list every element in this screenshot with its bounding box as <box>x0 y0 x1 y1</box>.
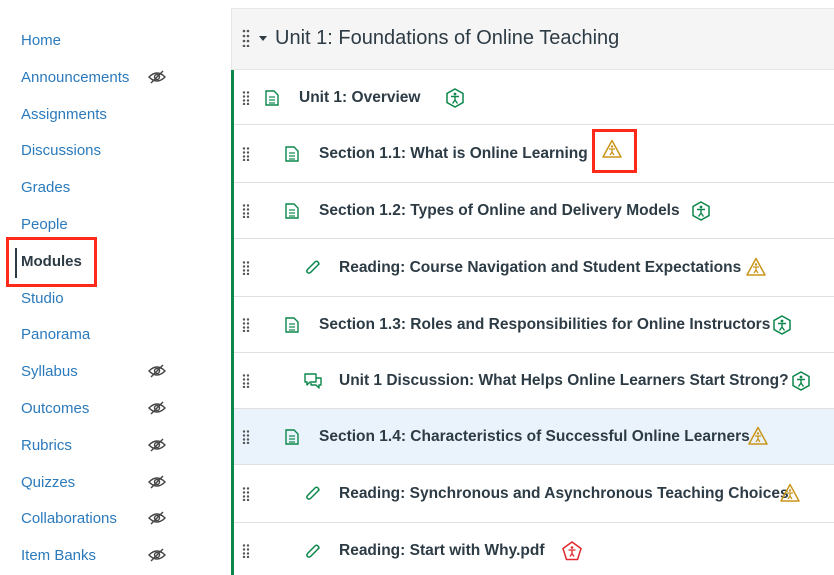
accessible-icon[interactable] <box>791 371 811 391</box>
nav-label: Home <box>21 31 62 49</box>
nav-label: Quizzes <box>21 473 76 491</box>
module-items: Unit 1: Overview Section 1.1: What is On… <box>231 70 834 575</box>
drag-handle-icon[interactable] <box>242 544 250 558</box>
module-item[interactable]: Unit 1 Discussion: What Helps Online Lea… <box>234 353 834 409</box>
eye-slash-icon <box>148 548 166 562</box>
nav-discussions[interactable]: Discussions <box>21 138 201 162</box>
item-title[interactable]: Unit 1: Overview <box>299 89 420 107</box>
nav-label: Syllabus <box>21 362 78 380</box>
attachment-icon <box>306 486 320 500</box>
item-title[interactable]: Section 1.1: What is Online Learning <box>319 145 588 163</box>
nav-announcements[interactable]: Announcements <box>21 65 201 89</box>
nav-home[interactable]: Home <box>21 28 201 52</box>
item-title[interactable]: Section 1.3: Roles and Responsibilities … <box>319 316 770 334</box>
accessible-icon[interactable] <box>772 315 792 335</box>
nav-people[interactable]: People <box>21 212 201 236</box>
drag-handle-icon[interactable] <box>242 204 250 218</box>
nav-grades[interactable]: Grades <box>21 175 201 199</box>
page-icon <box>265 90 279 106</box>
nav-studio[interactable]: Studio <box>21 286 201 310</box>
drag-handle-icon[interactable] <box>242 487 250 501</box>
accessibility-warning-icon[interactable] <box>748 426 768 446</box>
item-title[interactable]: Section 1.2: Types of Online and Deliver… <box>319 202 680 220</box>
accessible-icon[interactable] <box>691 201 711 221</box>
module-item[interactable]: Section 1.1: What is Online Learning <box>234 125 834 183</box>
page-icon <box>285 146 299 162</box>
module-item[interactable]: Section 1.3: Roles and Responsibilities … <box>234 297 834 353</box>
module-item[interactable]: Unit 1: Overview <box>234 70 834 125</box>
module-header[interactable]: Unit 1: Foundations of Online Teaching <box>231 8 834 70</box>
eye-slash-icon <box>148 438 166 452</box>
module-item[interactable]: Reading: Course Navigation and Student E… <box>234 239 834 297</box>
accessibility-warning-icon[interactable] <box>780 483 800 503</box>
nav-label: People <box>21 215 68 233</box>
nav-item-banks[interactable]: Item Banks <box>21 543 201 567</box>
nav-label: Grades <box>21 178 71 196</box>
nav-syllabus[interactable]: Syllabus <box>21 359 201 383</box>
drag-handle-icon[interactable] <box>242 318 250 332</box>
collapse-caret-icon[interactable] <box>259 36 267 41</box>
nav-quizzes[interactable]: Quizzes <box>21 470 201 494</box>
page-icon <box>285 317 299 333</box>
eye-slash-icon <box>148 511 166 525</box>
eye-slash-icon <box>148 70 166 84</box>
nav-rubrics[interactable]: Rubrics <box>21 433 201 457</box>
drag-handle-icon[interactable] <box>242 430 250 444</box>
item-title[interactable]: Section 1.4: Characteristics of Successf… <box>319 428 750 446</box>
accessibility-error-icon[interactable] <box>562 541 582 561</box>
drag-handle-icon[interactable] <box>242 374 250 388</box>
drag-handle-icon[interactable] <box>242 91 250 105</box>
nav-label: Panorama <box>21 325 91 343</box>
discussion-icon <box>304 373 322 389</box>
modules-content: Unit 1: Foundations of Online Teaching U… <box>231 8 834 575</box>
accessible-icon[interactable] <box>445 88 465 108</box>
item-title[interactable]: Reading: Start with Why.pdf <box>339 542 545 560</box>
attachment-icon <box>306 544 320 558</box>
nav-panorama[interactable]: Panorama <box>21 322 201 346</box>
nav-collaborations[interactable]: Collaborations <box>21 506 201 530</box>
item-title[interactable]: Unit 1 Discussion: What Helps Online Lea… <box>339 372 789 390</box>
drag-handle-icon[interactable] <box>242 147 250 161</box>
eye-slash-icon <box>148 364 166 378</box>
highlight-box <box>6 237 97 287</box>
item-title[interactable]: Reading: Course Navigation and Student E… <box>339 259 741 277</box>
nav-label: Announcements <box>21 68 130 86</box>
drag-handle-icon[interactable] <box>242 261 250 275</box>
module-title: Unit 1: Foundations of Online Teaching <box>275 27 620 49</box>
page-icon <box>285 429 299 445</box>
nav-outcomes[interactable]: Outcomes <box>21 396 201 420</box>
module-item[interactable]: Reading: Synchronous and Asynchronous Te… <box>234 465 834 523</box>
module-item[interactable]: Section 1.4: Characteristics of Successf… <box>234 409 834 465</box>
page-icon <box>285 203 299 219</box>
eye-slash-icon <box>148 475 166 489</box>
eye-slash-icon <box>148 401 166 415</box>
accessibility-warning-icon[interactable] <box>746 257 766 277</box>
nav-label: Outcomes <box>21 399 90 417</box>
nav-label: Item Banks <box>21 546 97 564</box>
module-item[interactable]: Reading: Start with Why.pdf <box>234 523 834 575</box>
item-title[interactable]: Reading: Synchronous and Asynchronous Te… <box>339 485 789 503</box>
attachment-icon <box>306 260 320 274</box>
nav-label: Collaborations <box>21 509 117 527</box>
nav-assignments[interactable]: Assignments <box>21 102 201 126</box>
module-item[interactable]: Section 1.2: Types of Online and Deliver… <box>234 183 834 239</box>
accessibility-warning-icon[interactable] <box>602 139 622 159</box>
nav-label: Rubrics <box>21 436 72 454</box>
nav-label: Assignments <box>21 105 107 123</box>
course-navigation: Home Announcements Assignments Discussio… <box>0 0 215 575</box>
nav-label: Studio <box>21 289 64 307</box>
nav-label: Discussions <box>21 141 102 159</box>
drag-handle-icon[interactable] <box>242 29 250 47</box>
